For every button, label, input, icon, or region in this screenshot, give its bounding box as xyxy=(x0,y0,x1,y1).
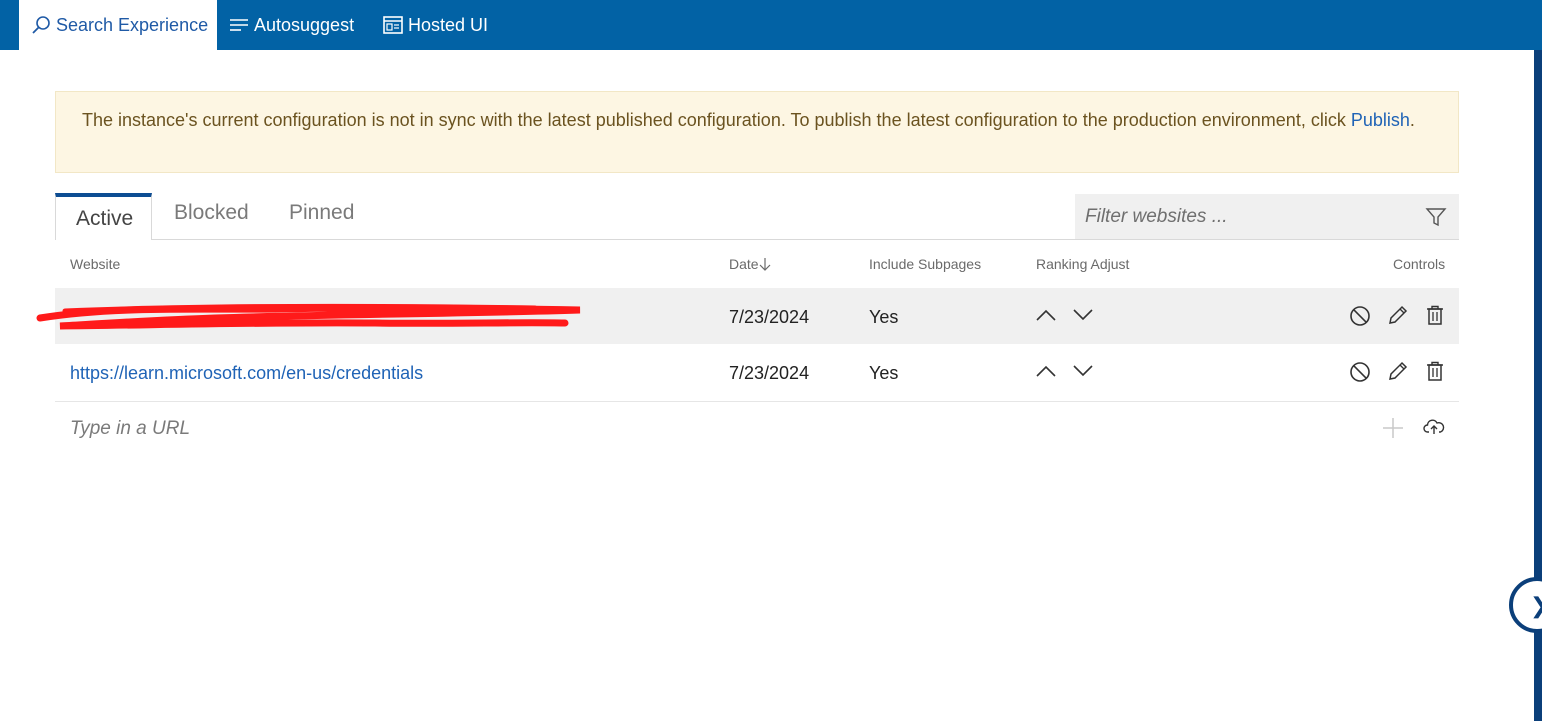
banner-end: . xyxy=(1409,110,1415,130)
block-icon[interactable] xyxy=(1349,305,1371,327)
tabs-divider xyxy=(55,239,1459,240)
delete-icon[interactable] xyxy=(1424,360,1446,382)
date-cell: 7/23/2024 xyxy=(729,363,810,383)
filter-icon[interactable] xyxy=(1425,206,1447,228)
header-website: Website xyxy=(70,256,121,272)
redaction-scribble xyxy=(36,303,581,330)
header-date-label: Date xyxy=(729,256,759,272)
block-icon[interactable] xyxy=(1349,361,1371,383)
tab-hosted-ui[interactable]: Hosted UI xyxy=(383,0,488,50)
tab-label: Hosted UI xyxy=(408,14,489,35)
sync-warning-banner: The instance's current configuration is … xyxy=(55,91,1459,173)
edit-icon[interactable] xyxy=(1387,304,1409,326)
tab-active[interactable]: Active xyxy=(55,193,152,240)
rank-down-icon[interactable] xyxy=(1072,364,1094,378)
search-icon xyxy=(32,16,50,34)
url-input[interactable] xyxy=(55,402,1355,456)
tab-label: Autosuggest xyxy=(254,14,355,35)
website-link[interactable]: https://learn.microsoft.com/en-us/creden… xyxy=(70,363,423,384)
filter-box xyxy=(1075,194,1459,239)
subpages-cell: Yes xyxy=(869,363,899,383)
tab-autosuggest[interactable]: Autosuggest xyxy=(229,0,354,50)
table-row: https://learn.microsoft.com/en-us/creden… xyxy=(55,345,1459,402)
add-icon[interactable] xyxy=(1382,417,1404,439)
rank-down-icon[interactable] xyxy=(1072,308,1094,322)
filter-websites-input[interactable] xyxy=(1075,194,1415,239)
rank-up-icon[interactable] xyxy=(1035,308,1057,322)
rank-up-icon[interactable] xyxy=(1035,364,1057,378)
date-cell: 7/23/2024 xyxy=(729,307,810,327)
header-controls: Controls xyxy=(1393,256,1446,272)
publish-link[interactable]: Publish xyxy=(1351,110,1410,130)
header-include-subpages: Include Subpages xyxy=(869,256,982,272)
expand-panel-button[interactable]: ❯ xyxy=(1509,577,1542,633)
edit-icon[interactable] xyxy=(1387,360,1409,382)
tab-search-experience[interactable]: Search Experience xyxy=(19,0,217,50)
delete-icon[interactable] xyxy=(1424,304,1446,326)
tab-blocked[interactable]: Blocked xyxy=(174,201,249,225)
top-nav: Search Experience Autosuggest Hosted UI xyxy=(0,0,1542,50)
chevron-right-icon: ❯ xyxy=(1530,593,1542,619)
banner-text: The instance's current configuration is … xyxy=(82,110,1346,130)
header-ranking-adjust: Ranking Adjust xyxy=(1036,256,1130,272)
header-date[interactable]: Date xyxy=(729,256,771,272)
cloud-upload-icon[interactable] xyxy=(1423,418,1445,436)
window-icon xyxy=(383,16,403,34)
tab-pinned[interactable]: Pinned xyxy=(289,201,354,225)
subpages-cell: Yes xyxy=(869,307,899,327)
list-icon xyxy=(230,19,248,31)
sort-down-icon xyxy=(759,258,771,271)
tab-label: Search Experience xyxy=(56,14,209,35)
table-row: 7/23/2024 Yes xyxy=(36,288,1459,344)
